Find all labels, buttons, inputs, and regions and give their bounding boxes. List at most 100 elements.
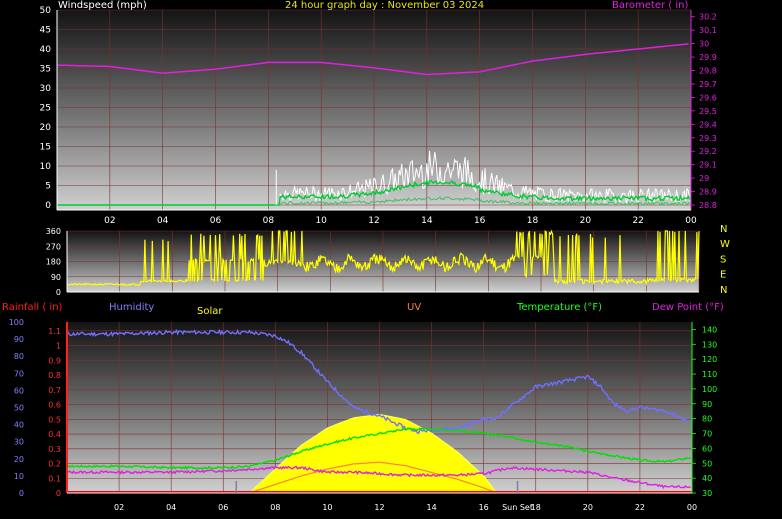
windspeed-tick-label: 45: [40, 26, 51, 36]
windspeed-tick-label: 50: [40, 6, 52, 16]
windspeed-tick-label: 15: [40, 143, 51, 153]
wind-x-tick-label: 22: [632, 216, 643, 226]
multi-x-tick-label: 12: [374, 503, 384, 512]
multi-x-tick-label: 04: [166, 503, 176, 512]
multi-x-tick-label: 22: [635, 503, 645, 512]
rainfall-tick-label: 0.3: [48, 445, 61, 454]
humidity-tick-label: 50: [14, 404, 24, 413]
windspeed-tick-label: 25: [40, 104, 51, 114]
wind-x-tick-label: 08: [263, 216, 275, 226]
barometer-tick-label: 29.2: [699, 147, 717, 156]
wind-x-tick-label: 20: [580, 216, 592, 226]
uv-title: UV: [407, 302, 422, 313]
wind-x-tick-label: 02: [104, 216, 115, 226]
multi-x-tick-label: 16: [479, 503, 489, 512]
dew-point-axis-title: Dew Point (°F): [652, 302, 724, 313]
rainfall-tick-label: 0.8: [48, 371, 61, 380]
temperature-tick-label: 30: [702, 489, 712, 498]
chart-title: 24 hour graph day : November 03 2024: [285, 0, 485, 11]
compass-label: S: [720, 254, 726, 265]
rainfall-tick-label: 0.1: [48, 474, 61, 483]
rainfall-tick-label: 0.4: [48, 430, 61, 439]
temperature-tick-label: 50: [702, 459, 712, 468]
barometer-tick-label: 30.2: [699, 13, 717, 22]
multi-x-tick-label: 08: [270, 503, 280, 512]
wind-x-tick-label: 00: [685, 216, 697, 226]
wind-x-tick-label: 18: [527, 216, 539, 226]
windspeed-axis-title: Windspeed (mph): [58, 0, 147, 11]
barometer-tick-label: 29.5: [699, 107, 717, 116]
compass-label: N: [720, 285, 727, 296]
compass-label: E: [720, 270, 726, 281]
humidity-tick-label: 90: [14, 335, 24, 344]
barometer-axis-title: Barometer ( in): [612, 0, 689, 11]
barometer-tick-label: 29.8: [699, 67, 717, 76]
rainfall-tick-label: 1.1: [48, 327, 61, 336]
rainfall-axis-title: Rainfall ( in): [2, 302, 63, 313]
humidity-tick-label: 80: [14, 352, 24, 361]
humidity-tick-label: 70: [14, 369, 24, 378]
humidity-tick-label: 30: [14, 438, 24, 447]
humidity-tick-label: 0: [19, 489, 24, 498]
temperature-tick-label: 120: [702, 355, 717, 364]
rainfall-tick-label: 0: [56, 489, 61, 498]
multi-x-tick-label: 14: [426, 503, 436, 512]
windspeed-tick-label: 5: [45, 182, 51, 192]
windspeed-tick-label: 40: [40, 45, 52, 55]
temperature-tick-label: 130: [702, 340, 717, 349]
barometer-tick-label: 28.9: [699, 188, 717, 197]
wind-x-tick-label: 06: [210, 216, 222, 226]
rainfall-tick-label: 0.7: [48, 386, 61, 395]
multi-x-tick-label: 06: [218, 503, 228, 512]
temperature-tick-label: 100: [702, 385, 717, 394]
compass-label: N: [720, 224, 727, 235]
rainfall-tick-label: 1: [56, 342, 61, 351]
humidity-axis-title: Humidity: [109, 302, 155, 313]
multi-x-tick-label: 20: [583, 503, 593, 512]
weather-graph: 0510152025303540455002 04 06 08 10 12 14 16 18 20…: [9, 6, 730, 512]
barometer-tick-label: 29.3: [699, 134, 717, 143]
multi-x-tick-label: 02: [114, 503, 124, 512]
wind-x-tick-label: 14: [421, 216, 433, 226]
windspeed-tick-label: 20: [40, 123, 52, 133]
multi-x-tick-label: 18: [531, 503, 541, 512]
direction-tick-label: 180: [46, 258, 61, 267]
wind-x-tick-label: 12: [368, 216, 379, 226]
wind-x-tick-label: 10: [315, 216, 327, 226]
humidity-tick-label: 60: [14, 386, 24, 395]
barometer-tick-label: 30: [699, 40, 709, 49]
barometer-tick-label: 29.7: [699, 80, 717, 89]
temperature-tick-label: 40: [702, 474, 712, 483]
solar-title: Solar: [197, 306, 223, 317]
direction-tick-label: 90: [51, 273, 61, 282]
direction-tick-label: 0: [56, 288, 61, 297]
wind-x-tick-label: 16: [474, 216, 486, 226]
temperature-axis-title: Temperature (°F): [517, 302, 603, 313]
windspeed-tick-label: 10: [40, 162, 52, 172]
temperature-tick-label: 140: [702, 325, 717, 334]
rainfall-tick-label: 0.9: [48, 356, 61, 365]
compass-label: W: [720, 239, 730, 250]
humidity-tick-label: 10: [14, 472, 24, 481]
barometer-tick-label: 28.8: [699, 201, 717, 210]
temperature-tick-label: 80: [702, 415, 712, 424]
rainfall-tick-label: 0.2: [48, 460, 61, 469]
direction-tick-label: 270: [46, 242, 61, 251]
rainfall-tick-label: 0.6: [48, 401, 61, 410]
windspeed-tick-label: 0: [45, 201, 51, 211]
temperature-tick-label: 90: [702, 400, 712, 409]
temperature-tick-label: 70: [702, 430, 712, 439]
humidity-tick-label: 20: [14, 455, 24, 464]
temperature-tick-label: 60: [702, 444, 712, 453]
humidity-tick-label: 100: [9, 318, 24, 327]
barometer-tick-label: 29.9: [699, 53, 717, 62]
barometer-tick-label: 29.6: [699, 93, 717, 102]
windspeed-tick-label: 35: [40, 65, 51, 75]
temperature-tick-label: 110: [702, 370, 717, 379]
multi-x-tick-label: 10: [322, 503, 332, 512]
windspeed-tick-label: 30: [40, 84, 52, 94]
barometer-tick-label: 29.4: [699, 120, 717, 129]
multi-x-tick-label: 00: [687, 503, 697, 512]
wind-x-tick-label: 04: [157, 216, 169, 226]
sunset-label: Sun Set: [502, 503, 533, 512]
